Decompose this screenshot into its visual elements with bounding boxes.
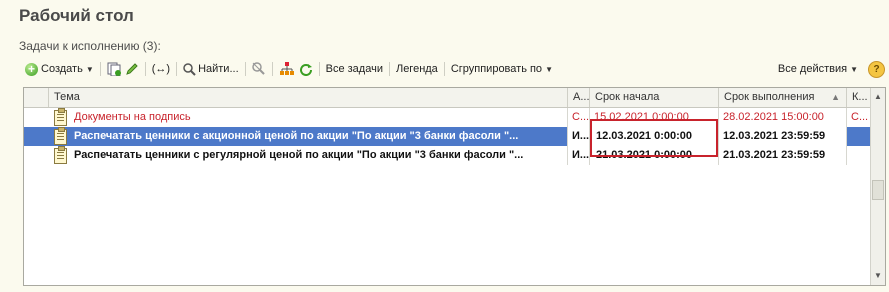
cancel-search-icon <box>251 62 265 75</box>
tasks-section-title: Задачи к исполнению (3): <box>19 39 161 53</box>
table-row[interactable]: Документы на подпись С... 15.02.2021 0:0… <box>24 108 870 127</box>
cell-start: 21.03.2021 0:00:00 <box>589 146 720 165</box>
vertical-scrollbar[interactable]: ▲ ▼ <box>870 88 885 285</box>
toolbar-separator <box>144 62 146 76</box>
task-icon <box>54 108 67 126</box>
hierarchy-icon <box>279 62 294 75</box>
cell-k <box>846 127 871 146</box>
pencil-icon <box>125 63 138 75</box>
group-by-button[interactable]: Сгруппировать по ▼ <box>449 59 555 79</box>
cell-author: С... <box>567 108 590 127</box>
find-label: Найти... <box>198 63 239 75</box>
toolbar-separator <box>244 62 246 76</box>
cell-k <box>846 146 871 165</box>
toolbar-separator <box>99 62 101 76</box>
search-icon <box>183 62 196 76</box>
toolbar-separator <box>176 62 178 76</box>
task-icon <box>54 127 67 145</box>
scroll-up-icon[interactable]: ▲ <box>871 90 885 104</box>
cell-subject: Распечатать ценники с акционной ценой по… <box>74 130 519 142</box>
create-label: Создать <box>41 63 83 75</box>
copy-button[interactable] <box>105 59 123 79</box>
cell-author: И... <box>567 146 590 165</box>
column-header-due[interactable]: Срок выполнения ▲ <box>718 88 846 107</box>
sort-icon: ▲ <box>831 92 840 102</box>
table-row[interactable]: Распечатать ценники с акционной ценой по… <box>24 127 870 146</box>
chevron-down-icon: ▼ <box>850 64 858 74</box>
refresh-icon <box>299 64 312 76</box>
copy-icon <box>107 62 121 76</box>
refresh-list-button[interactable]: (↔) <box>150 59 172 79</box>
column-header-k[interactable]: К... <box>846 88 871 107</box>
cell-due: 21.03.2021 23:59:59 <box>718 146 847 165</box>
all-actions-button[interactable]: Все действия ▼ <box>776 59 860 79</box>
scroll-thumb[interactable] <box>872 180 884 200</box>
task-icon <box>54 146 67 164</box>
toolbar-separator <box>388 62 390 76</box>
cell-start: 12.03.2021 0:00:00 <box>589 127 720 146</box>
column-header-due-label: Срок выполнения <box>724 91 815 103</box>
table-row[interactable]: Распечатать ценники с регулярной ценой п… <box>24 146 870 165</box>
table-header: Тема А... Срок начала Срок выполнения ▲ … <box>24 88 870 108</box>
cell-author: И... <box>567 127 590 146</box>
find-button[interactable]: Найти... <box>181 59 241 79</box>
edit-button[interactable] <box>123 59 141 79</box>
column-header-author[interactable]: А... <box>567 88 589 107</box>
group-by-label: Сгруппировать по <box>450 63 543 75</box>
toolbar-separator <box>271 62 273 76</box>
cell-due: 28.02.2021 15:00:00 <box>718 108 847 127</box>
page-title: Рабочий стол <box>19 6 134 25</box>
cell-start: 15.02.2021 0:00:00 <box>589 108 718 127</box>
chevron-down-icon: ▼ <box>85 64 94 74</box>
toolbar-separator <box>318 62 320 76</box>
toolbar-separator <box>443 62 445 76</box>
plus-icon: + <box>25 62 38 76</box>
refresh-list-icon: (↔) <box>151 63 171 75</box>
cell-subject: Распечатать ценники с регулярной ценой п… <box>74 149 524 161</box>
cell-subject: Документы на подпись <box>74 111 191 123</box>
hierarchy-button[interactable] <box>277 59 297 79</box>
all-tasks-button[interactable]: Все задачи <box>324 59 385 79</box>
toolbar: + Создать ▼ (↔) Найти... Все задачи Леге… <box>23 58 885 80</box>
help-icon[interactable]: ? <box>868 60 885 78</box>
tasks-table: Тема А... Срок начала Срок выполнения ▲ … <box>23 87 886 286</box>
cell-due: 12.03.2021 23:59:59 <box>718 127 847 146</box>
all-actions-label: Все действия <box>777 63 848 75</box>
refresh-button[interactable] <box>297 59 315 79</box>
cell-k: С... <box>846 108 871 127</box>
cancel-search-button[interactable] <box>250 59 268 79</box>
scroll-down-icon[interactable]: ▼ <box>871 269 885 283</box>
column-header-start[interactable]: Срок начала <box>589 88 718 107</box>
legend-button[interactable]: Легенда <box>394 59 440 79</box>
create-button[interactable]: + Создать ▼ <box>23 59 96 79</box>
column-header-subject[interactable]: Тема <box>48 88 572 107</box>
chevron-down-icon: ▼ <box>545 64 553 74</box>
